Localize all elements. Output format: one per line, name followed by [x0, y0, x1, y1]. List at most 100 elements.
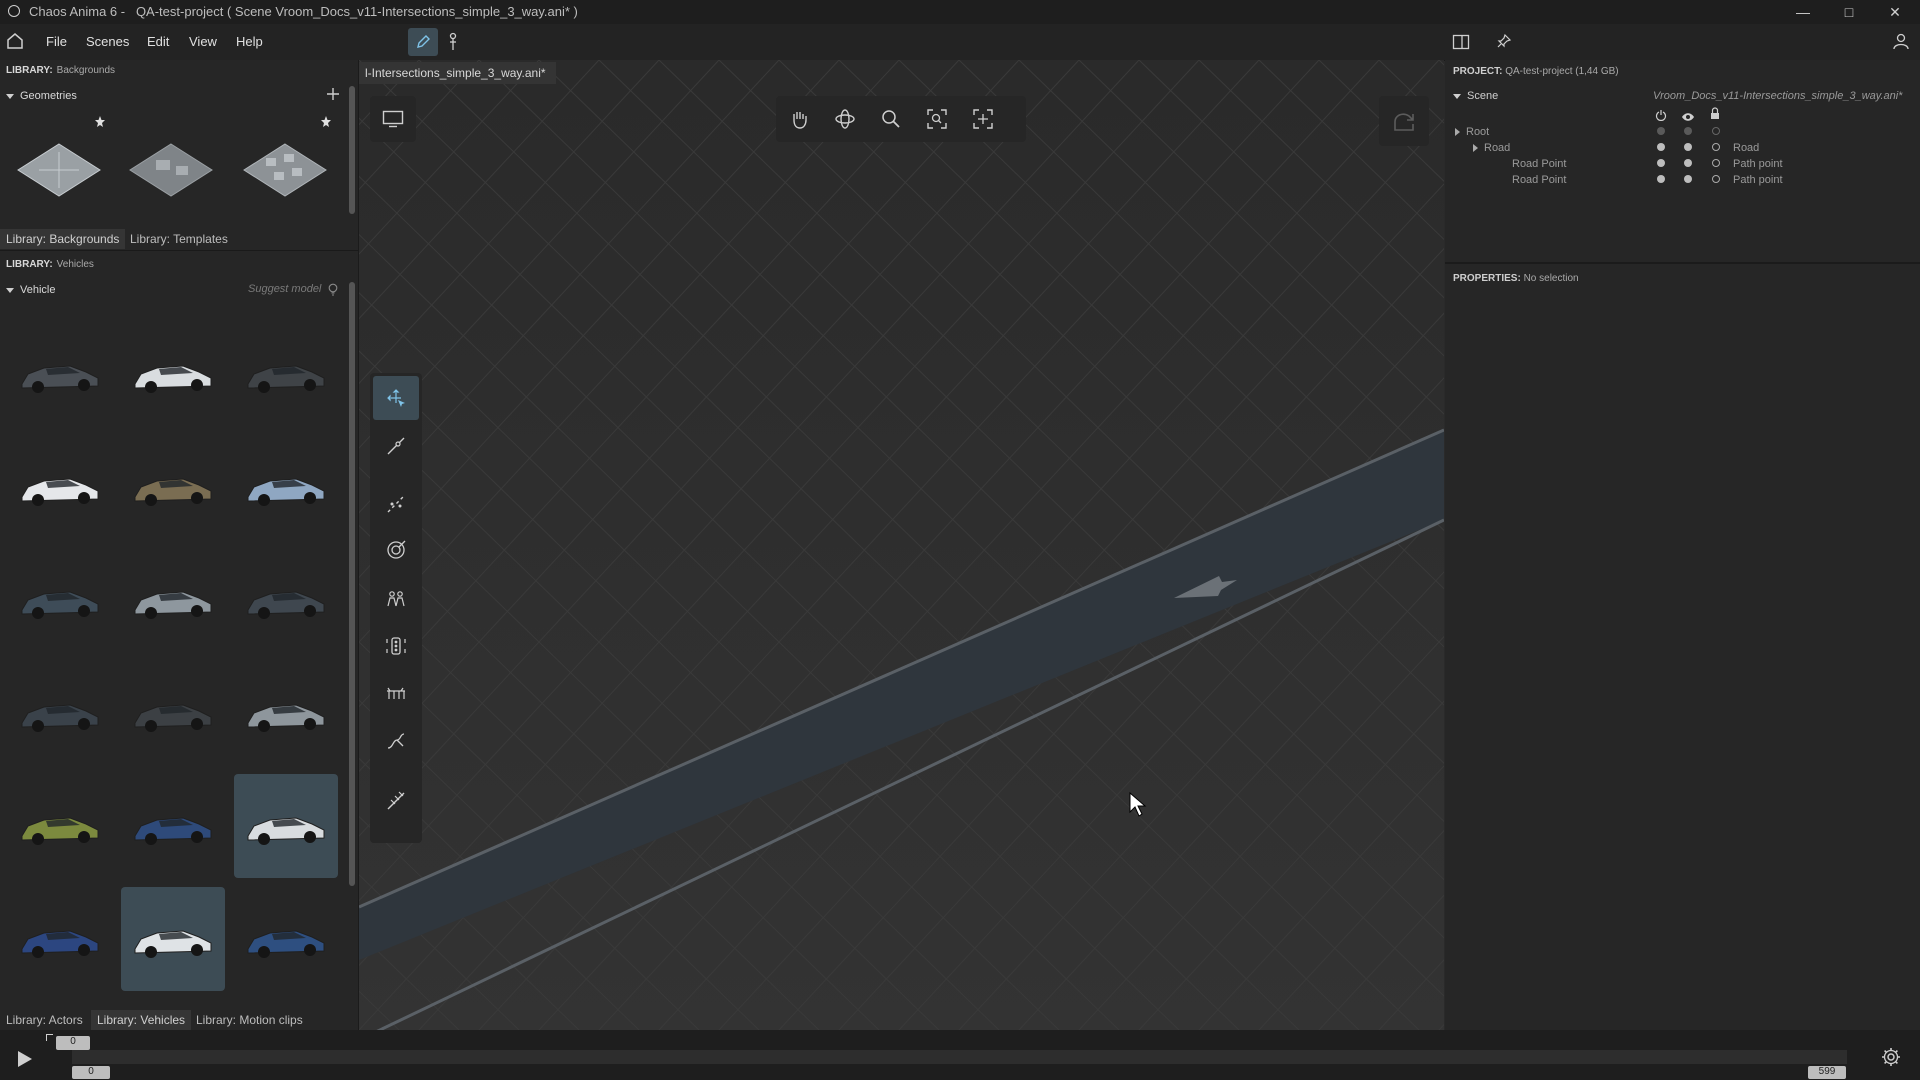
vehicle-thumbnail[interactable] — [234, 887, 338, 991]
minimize-icon[interactable]: — — [1780, 0, 1826, 24]
lightbulb-icon[interactable] — [328, 283, 338, 301]
magic-tool-icon[interactable] — [373, 778, 419, 824]
frame-selection-icon[interactable] — [960, 96, 1006, 142]
vehicle-thumbnail[interactable] — [8, 774, 112, 878]
pan-hand-icon[interactable] — [776, 96, 822, 142]
tree-row-road-point[interactable]: Road Point — [1512, 174, 1566, 186]
edit-mode-pencil-icon[interactable] — [408, 28, 438, 56]
play-icon[interactable] — [16, 1049, 34, 1074]
menu-file[interactable]: File — [46, 34, 67, 49]
tree-row-type: Path point — [1733, 158, 1783, 170]
traffic-light-tool-icon[interactable] — [373, 623, 419, 669]
menu-view[interactable]: View — [189, 34, 217, 49]
visible-dot[interactable] — [1684, 127, 1692, 135]
timeline-track[interactable] — [72, 1050, 1847, 1064]
scene-filename: Vroom_Docs_v11-Intersections_simple_3_wa… — [1653, 90, 1903, 102]
visible-dot[interactable] — [1684, 143, 1692, 151]
ground-grid — [359, 60, 1444, 1030]
3d-viewport[interactable]: l-Intersections_simple_3_way.ani* — [359, 60, 1444, 1030]
screen-icon[interactable] — [370, 96, 416, 142]
vehicles-scrollbar[interactable] — [349, 282, 355, 886]
vehicle-thumbnail[interactable] — [8, 435, 112, 539]
favorite-star-icon[interactable] — [320, 115, 332, 134]
settings-gear-icon[interactable] — [1880, 1046, 1902, 1073]
menu-help[interactable]: Help — [236, 34, 263, 49]
menu-edit[interactable]: Edit — [147, 34, 169, 49]
vehicle-thumbnail[interactable] — [234, 661, 338, 765]
pin-icon[interactable] — [1496, 33, 1512, 54]
tree-row-road-point[interactable]: Road Point — [1512, 158, 1566, 170]
tab-library-actors[interactable]: Library: Actors — [0, 1010, 89, 1030]
vehicle-thumbnail[interactable] — [8, 548, 112, 652]
vehicle-thumbnail[interactable] — [234, 774, 338, 878]
scene-tree: Root Road Road Road Point Path point Roa… — [1445, 122, 1920, 202]
enabled-dot[interactable] — [1657, 159, 1665, 167]
select-move-tool-icon[interactable] — [373, 376, 419, 420]
barrier-tool-icon[interactable] — [373, 670, 419, 716]
vehicle-thumbnail[interactable] — [234, 435, 338, 539]
menu-scenes[interactable]: Scenes — [86, 34, 129, 49]
suggest-model-link[interactable]: Suggest model — [248, 283, 321, 295]
favorite-star-icon[interactable] — [94, 115, 106, 134]
enabled-dot[interactable] — [1657, 127, 1665, 135]
vehicle-thumbnail[interactable] — [121, 887, 225, 991]
home-icon[interactable] — [6, 32, 24, 55]
vehicle-thumbnail[interactable] — [121, 548, 225, 652]
presenter-mode-icon[interactable] — [446, 32, 460, 57]
geometry-thumbnail[interactable] — [240, 138, 330, 202]
library-tabs-bottom: Library: Actors Library: Vehicles Librar… — [0, 1010, 358, 1030]
vehicle-thumbnail[interactable] — [234, 322, 338, 426]
enabled-dot[interactable] — [1657, 175, 1665, 183]
vehicle-thumbnail[interactable] — [8, 322, 112, 426]
vehicle-thumbnail[interactable] — [8, 661, 112, 765]
visible-dot[interactable] — [1684, 175, 1692, 183]
panel-layout-icon[interactable] — [1452, 33, 1470, 56]
tab-library-templates[interactable]: Library: Templates — [124, 229, 234, 249]
add-icon[interactable] — [326, 87, 340, 106]
vehicle-thumbnail[interactable] — [121, 322, 225, 426]
vehicle-thumbnail[interactable] — [121, 435, 225, 539]
geometries-scrollbar[interactable] — [349, 86, 355, 214]
enabled-dot[interactable] — [1657, 143, 1665, 151]
lock-ring[interactable] — [1712, 143, 1720, 151]
vehicle-thumbnail[interactable] — [121, 661, 225, 765]
geometry-thumbnail[interactable] — [14, 138, 104, 202]
tab-library-vehicles[interactable]: Library: Vehicles — [91, 1010, 192, 1030]
zoom-extents-icon[interactable] — [914, 96, 960, 142]
zoom-search-icon[interactable] — [868, 96, 914, 142]
lock-ring[interactable] — [1712, 159, 1720, 167]
animation-path-tool-icon[interactable] — [373, 718, 419, 764]
scene-tab[interactable]: l-Intersections_simple_3_way.ani* — [359, 62, 556, 84]
tree-row-type: Road — [1733, 142, 1760, 154]
start-frame-input[interactable]: 0 — [72, 1066, 110, 1079]
expand-triangle-icon — [1473, 144, 1478, 153]
geometry-thumbnail[interactable] — [126, 138, 216, 202]
tree-row-road[interactable]: Road — [1473, 142, 1510, 154]
road-tool-icon[interactable] — [373, 527, 419, 573]
close-icon[interactable]: ✕ — [1872, 0, 1918, 24]
expand-triangle-icon — [1455, 128, 1460, 137]
lock-ring[interactable] — [1712, 175, 1720, 183]
visible-dot[interactable] — [1684, 159, 1692, 167]
library-backgrounds-header: LIBRARY: Backgrounds — [6, 65, 116, 76]
lock-ring[interactable] — [1712, 127, 1720, 135]
draw-path-tool-icon[interactable] — [373, 423, 419, 469]
camera-toolbar — [776, 96, 1026, 142]
vehicle-thumbnail[interactable] — [121, 774, 225, 878]
orbit-icon[interactable] — [822, 96, 868, 142]
dashed-path-tool-icon[interactable] — [373, 481, 419, 527]
reset-view-icon[interactable] — [1379, 96, 1429, 146]
tree-row-root[interactable]: Root — [1455, 126, 1489, 138]
crowd-tool-icon[interactable] — [373, 576, 419, 622]
menu-bar: File Scenes Edit View Help — [0, 24, 1920, 61]
vehicle-thumbnail[interactable] — [234, 548, 338, 652]
end-frame-input[interactable]: 599 — [1808, 1066, 1846, 1079]
vehicle-section-toggle[interactable]: Vehicle — [6, 284, 55, 296]
maximize-icon[interactable]: □ — [1826, 0, 1872, 24]
tab-library-motion-clips[interactable]: Library: Motion clips — [190, 1010, 309, 1030]
geometries-section-toggle[interactable]: Geometries — [6, 90, 77, 102]
tab-library-backgrounds[interactable]: Library: Backgrounds — [0, 229, 126, 249]
scene-toggle[interactable]: Scene — [1453, 90, 1498, 102]
user-account-icon[interactable] — [1892, 32, 1910, 55]
vehicle-thumbnail[interactable] — [8, 887, 112, 991]
